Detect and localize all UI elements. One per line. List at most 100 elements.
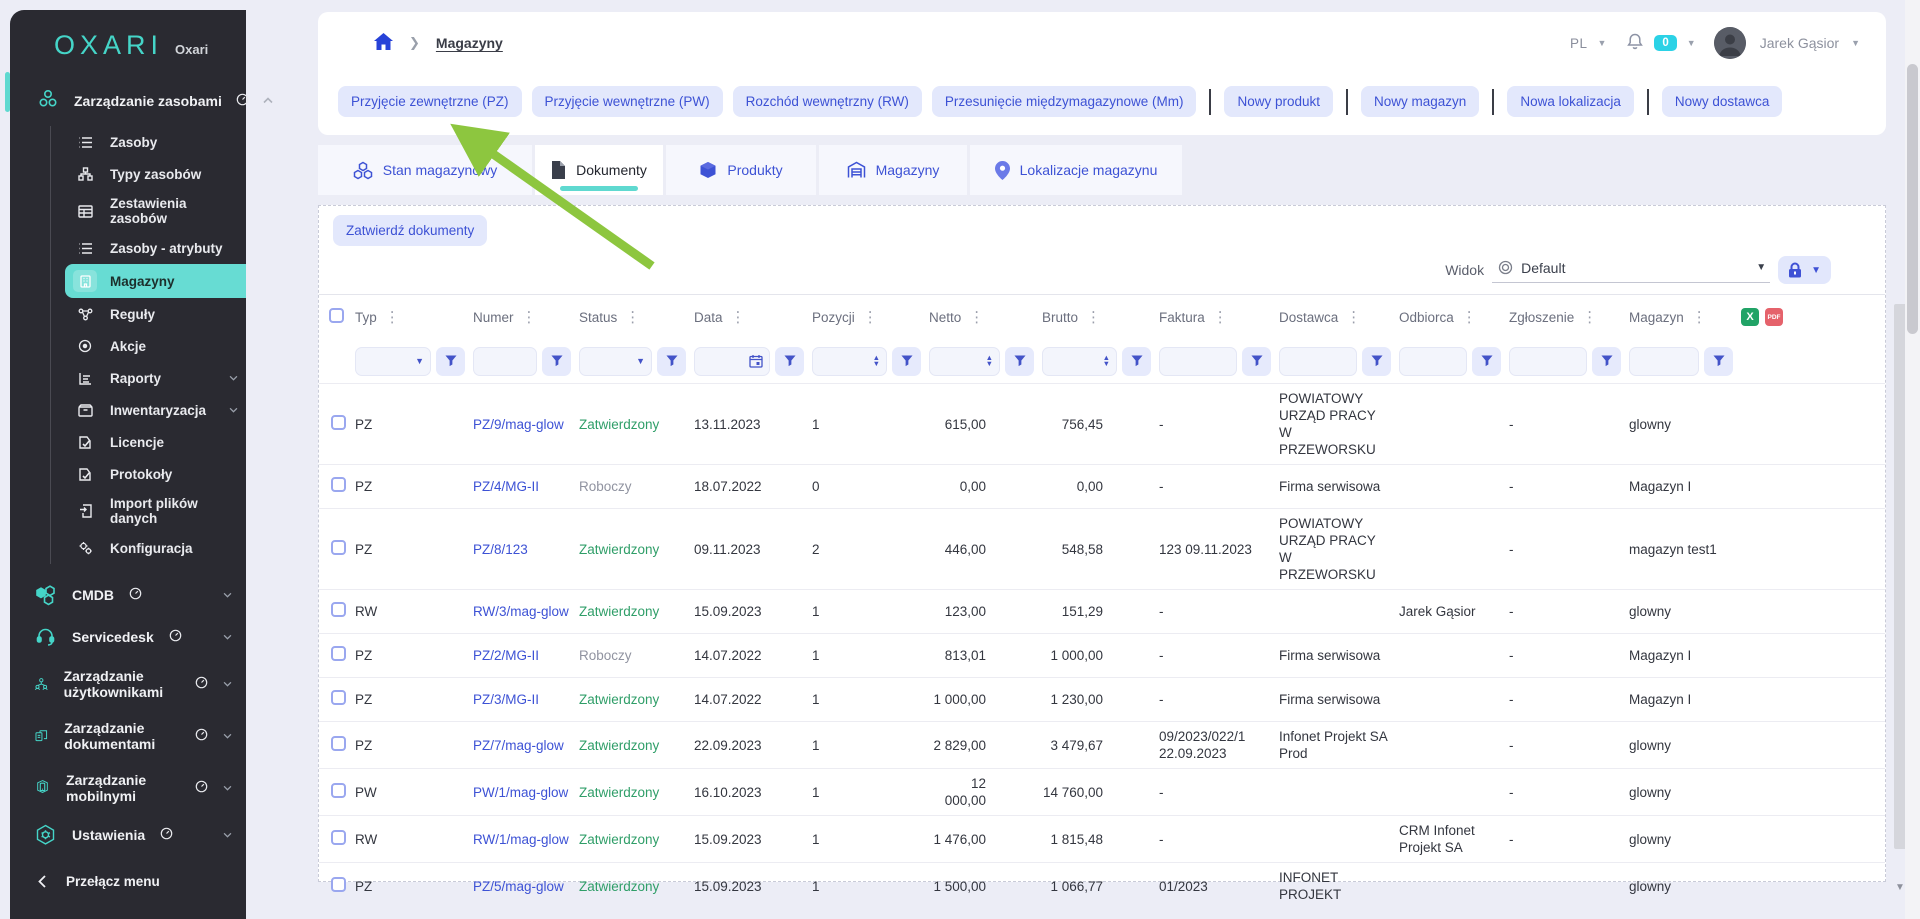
- filter-faktura-input[interactable]: [1159, 347, 1237, 376]
- lock-view-button[interactable]: ▼: [1778, 256, 1831, 284]
- row-checkbox[interactable]: [331, 830, 346, 845]
- row-checkbox[interactable]: [331, 415, 346, 430]
- tab-dokumenty[interactable]: Dokumenty: [535, 145, 663, 195]
- document-number-link[interactable]: PZ/7/mag-glow: [473, 738, 564, 753]
- new-warehouse-button[interactable]: Nowy magazyn: [1361, 86, 1479, 117]
- issue-internal-button[interactable]: Rozchód wewnętrzny (RW): [733, 86, 922, 117]
- filter-funnel-button[interactable]: [1472, 347, 1501, 376]
- sidebar-item-raporty[interactable]: Raporty: [51, 362, 246, 394]
- table-row[interactable]: PZ PZ/5/mag-glow Zatwierdzony 15.09.2023…: [319, 862, 1885, 909]
- receipt-internal-button[interactable]: Przyjęcie wewnętrzne (PW): [532, 86, 723, 117]
- table-row[interactable]: PZ PZ/2/MG-II Roboczy 14.07.2022 1 813,0…: [319, 633, 1885, 677]
- chevron-up-icon[interactable]: [263, 97, 273, 104]
- filter-funnel-button[interactable]: [1122, 347, 1151, 376]
- export-excel-icon[interactable]: X: [1741, 308, 1759, 326]
- select-all-checkbox[interactable]: [329, 308, 344, 323]
- filter-funnel-button[interactable]: [542, 347, 571, 376]
- row-checkbox[interactable]: [331, 477, 346, 492]
- sidebar-module-cmdb[interactable]: CMDB: [10, 574, 246, 616]
- new-product-button[interactable]: Nowy produkt: [1224, 86, 1333, 117]
- chevron-down-icon[interactable]: ▼: [1851, 38, 1860, 48]
- language-selector[interactable]: PL: [1570, 36, 1588, 51]
- document-number-link[interactable]: RW/1/mag-glow: [473, 832, 569, 847]
- sidebar-module-users[interactable]: Zarządzanie użytkownikami: [10, 658, 246, 710]
- chevron-down-icon[interactable]: [229, 375, 238, 381]
- document-number-link[interactable]: PZ/3/MG-II: [473, 692, 539, 707]
- filter-funnel-button[interactable]: [775, 347, 804, 376]
- filter-typ-select[interactable]: ▼: [355, 347, 431, 376]
- sidebar-item-konfiguracja[interactable]: Konfiguracja: [51, 532, 246, 564]
- chevron-down-icon[interactable]: [223, 681, 232, 687]
- avatar[interactable]: [1714, 27, 1746, 59]
- column-menu-icon[interactable]: ⋮: [731, 309, 746, 326]
- page-scrollbar-thumb[interactable]: [1907, 64, 1918, 334]
- table-row[interactable]: PW PW/1/mag-glow Zatwierdzony 16.10.2023…: [319, 768, 1885, 815]
- sidebar-item-reguly[interactable]: Reguły: [51, 298, 246, 330]
- row-checkbox[interactable]: [331, 602, 346, 617]
- tab-produkty[interactable]: Produkty: [666, 145, 816, 195]
- chevron-down-icon[interactable]: [223, 634, 232, 640]
- filter-brutto-stepper[interactable]: ▲▼: [1042, 347, 1117, 376]
- new-location-button[interactable]: Nowa lokalizacja: [1507, 86, 1634, 117]
- column-menu-icon[interactable]: ⋮: [1692, 309, 1707, 326]
- chevron-down-icon[interactable]: ▼: [1687, 38, 1696, 48]
- export-pdf-icon[interactable]: PDF: [1765, 308, 1783, 326]
- document-number-link[interactable]: PW/1/mag-glow: [473, 785, 568, 800]
- filter-dostawca-input[interactable]: [1279, 347, 1357, 376]
- sidebar-item-inwentaryzacja[interactable]: Inwentaryzacja: [51, 394, 246, 426]
- sidebar-item-zasoby[interactable]: Zasoby: [51, 126, 246, 158]
- table-row[interactable]: RW RW/1/mag-glow Zatwierdzony 15.09.2023…: [319, 815, 1885, 862]
- column-menu-icon[interactable]: ⋮: [1582, 309, 1597, 326]
- filter-pozycji-stepper[interactable]: ▲▼: [812, 347, 887, 376]
- column-menu-icon[interactable]: ⋮: [1086, 309, 1101, 326]
- breadcrumb-current[interactable]: Magazyny: [436, 35, 503, 51]
- filter-data-datepicker[interactable]: [694, 347, 770, 376]
- chevron-down-icon[interactable]: [223, 592, 232, 598]
- tab-stan-magazynowy[interactable]: Stan magazynowy: [318, 145, 532, 195]
- sidebar-module-servicedesk[interactable]: Servicedesk: [10, 616, 246, 658]
- filter-funnel-button[interactable]: [892, 347, 921, 376]
- column-menu-icon[interactable]: ⋮: [385, 309, 400, 326]
- table-row[interactable]: PZ PZ/7/mag-glow Zatwierdzony 22.09.2023…: [319, 721, 1885, 768]
- column-menu-icon[interactable]: ⋮: [625, 309, 640, 326]
- row-checkbox[interactable]: [331, 877, 346, 892]
- sidebar-module-mobile[interactable]: Zarządzanie mobilnymi: [10, 762, 246, 814]
- filter-funnel-button[interactable]: [1704, 347, 1733, 376]
- filter-numer-input[interactable]: [473, 347, 537, 376]
- filter-funnel-button[interactable]: [1592, 347, 1621, 376]
- scroll-down-arrow-icon[interactable]: ▼: [1895, 882, 1905, 893]
- user-name[interactable]: Jarek Gąsior: [1760, 35, 1839, 51]
- receipt-external-button[interactable]: Przyjęcie zewnętrzne (PZ): [338, 86, 522, 117]
- sidebar-section-asset-management[interactable]: Zarządzanie zasobami: [10, 61, 246, 114]
- filter-funnel-button[interactable]: [657, 347, 686, 376]
- menu-toggle[interactable]: Przełącz menu: [10, 856, 246, 899]
- table-row[interactable]: PZ PZ/8/123 Zatwierdzony 09.11.2023 2 44…: [319, 508, 1885, 589]
- transfer-button[interactable]: Przesunięcie międzymagazynowe (Mm): [932, 86, 1197, 117]
- column-menu-icon[interactable]: ⋮: [522, 309, 537, 326]
- sidebar-item-zasoby-atrybuty[interactable]: Zasoby - atrybuty: [51, 232, 246, 264]
- table-row[interactable]: PZ PZ/3/MG-II Zatwierdzony 14.07.2022 1 …: [319, 677, 1885, 721]
- sidebar-item-typy-zasobow[interactable]: Typy zasobów: [51, 158, 246, 190]
- sidebar-item-akcje[interactable]: Akcje: [51, 330, 246, 362]
- view-select[interactable]: Default ▼: [1492, 258, 1770, 283]
- table-row[interactable]: PZ PZ/4/MG-II Roboczy 18.07.2022 0 0,00 …: [319, 464, 1885, 508]
- filter-funnel-button[interactable]: [436, 347, 465, 376]
- document-number-link[interactable]: PZ/2/MG-II: [473, 648, 539, 663]
- row-checkbox[interactable]: [331, 690, 346, 705]
- filter-odbiorca-input[interactable]: [1399, 347, 1467, 376]
- chevron-down-icon[interactable]: [223, 733, 232, 739]
- column-menu-icon[interactable]: ⋮: [863, 309, 878, 326]
- filter-magazyn-input[interactable]: [1629, 347, 1699, 376]
- document-number-link[interactable]: PZ/8/123: [473, 542, 528, 557]
- row-checkbox[interactable]: [331, 646, 346, 661]
- sidebar-item-protokoly[interactable]: Protokoły: [51, 458, 246, 490]
- column-menu-icon[interactable]: ⋮: [1462, 309, 1477, 326]
- filter-netto-stepper[interactable]: ▲▼: [929, 347, 1000, 376]
- document-number-link[interactable]: RW/3/mag-glow: [473, 604, 569, 619]
- chevron-down-icon[interactable]: [223, 832, 232, 838]
- document-number-link[interactable]: PZ/9/mag-glow: [473, 417, 564, 432]
- row-checkbox[interactable]: [331, 736, 346, 751]
- chevron-down-icon[interactable]: ▼: [1597, 38, 1606, 48]
- filter-funnel-button[interactable]: [1242, 347, 1271, 376]
- filter-zgloszenie-input[interactable]: [1509, 347, 1587, 376]
